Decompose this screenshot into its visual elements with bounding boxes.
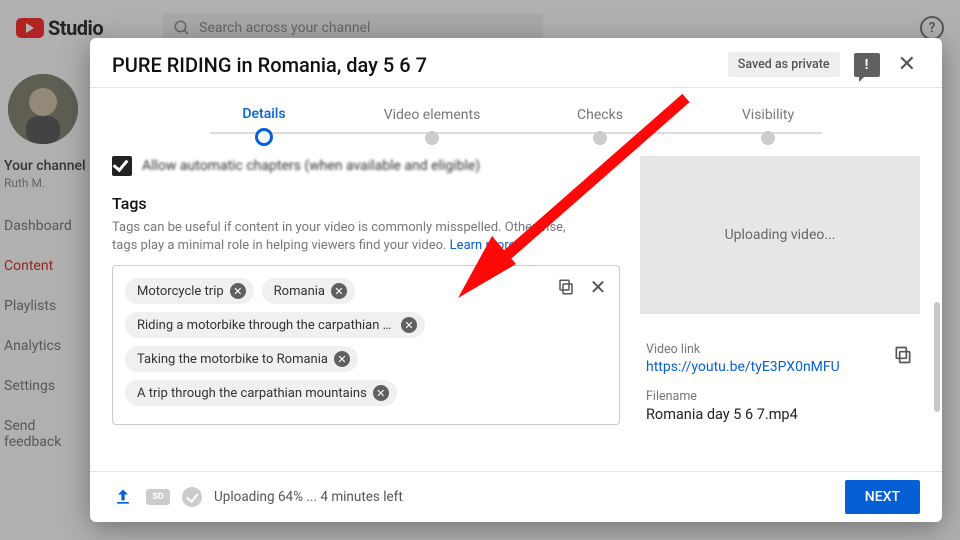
video-preview-placeholder: Uploading video... <box>640 156 920 314</box>
modal-title: PURE RIDING in Romania, day 5 6 7 <box>112 53 427 77</box>
video-link-label: Video link <box>646 342 892 357</box>
sidebar-item-content[interactable]: Content <box>4 258 90 274</box>
tag-chip[interactable]: Taking the motorbike to Romania ✕ <box>125 346 358 372</box>
checkbox-checked-icon <box>112 156 132 176</box>
studio-sidebar: Your channel Ruth M. Dashboard Content P… <box>0 56 90 540</box>
auto-chapters-label: Allow automatic chapters (when available… <box>142 158 480 174</box>
upload-modal: PURE RIDING in Romania, day 5 6 7 Saved … <box>90 38 942 522</box>
modal-footer: SD Uploading 64% ... 4 minutes left NEXT <box>90 471 942 522</box>
close-icon[interactable]: ✕ <box>894 52 920 77</box>
modal-header: PURE RIDING in Romania, day 5 6 7 Saved … <box>90 38 942 87</box>
next-button[interactable]: NEXT <box>845 480 920 514</box>
step-video-elements[interactable]: Video elements <box>348 107 516 145</box>
tags-description: Tags can be useful if content in your vi… <box>112 219 592 255</box>
step-dot-icon <box>255 128 273 146</box>
upload-stepper: Details Video elements Checks Visibility <box>90 88 942 152</box>
filename-value: Romania day 5 6 7.mp4 <box>646 406 914 423</box>
tag-chip[interactable]: Motorcycle trip ✕ <box>125 278 254 304</box>
sidebar-item-dashboard[interactable]: Dashboard <box>4 218 90 234</box>
your-channel-label: Your channel <box>4 158 86 174</box>
tag-chip[interactable]: Riding a motorbike through the carpathia… <box>125 312 425 338</box>
tag-chip-label: Taking the motorbike to Romania <box>137 352 328 367</box>
tag-chip[interactable]: A trip through the carpathian mountains ✕ <box>125 380 397 406</box>
help-icon[interactable]: ? <box>920 16 944 40</box>
sd-processing-icon: SD <box>146 489 170 505</box>
tag-chip-label: Riding a motorbike through the carpathia… <box>137 318 395 333</box>
preview-panel: Uploading video... Video link https://yo… <box>640 152 920 471</box>
step-visibility[interactable]: Visibility <box>684 107 852 145</box>
upload-progress-text: Uploading 64% ... 4 minutes left <box>214 489 403 505</box>
upload-icon <box>112 486 134 508</box>
scrollbar[interactable] <box>934 302 940 412</box>
sidebar-item-settings[interactable]: Settings <box>4 378 90 394</box>
youtube-play-icon <box>16 18 44 38</box>
channel-name: Ruth M. <box>4 176 45 190</box>
tags-learn-more-link[interactable]: Learn more <box>450 238 516 253</box>
remove-tag-icon[interactable]: ✕ <box>230 283 246 299</box>
tags-heading: Tags <box>112 194 620 213</box>
tag-chip-label: Romania <box>274 284 325 299</box>
remove-tag-icon[interactable]: ✕ <box>401 317 417 333</box>
checks-pending-icon <box>182 487 202 507</box>
search-placeholder: Search across your channel <box>199 20 370 36</box>
search-icon <box>173 19 191 37</box>
copy-link-icon[interactable] <box>892 344 914 366</box>
video-link[interactable]: https://youtu.be/tyE3PX0nMFU <box>646 359 892 375</box>
details-panel: Allow automatic chapters (when available… <box>112 152 620 471</box>
remove-tag-icon[interactable]: ✕ <box>331 283 347 299</box>
tags-input[interactable]: ✕ Motorcycle trip ✕ Romania ✕ Riding a motor… <box>112 265 620 425</box>
clear-tags-icon[interactable]: ✕ <box>587 276 609 298</box>
step-details[interactable]: Details <box>180 106 348 146</box>
saved-state-chip: Saved as private <box>728 52 840 77</box>
avatar[interactable] <box>8 74 78 144</box>
tag-chip-label: Motorcycle trip <box>137 284 224 299</box>
sidebar-item-feedback[interactable]: Send feedback <box>4 418 90 450</box>
step-dot-icon <box>761 131 775 145</box>
sidebar-item-analytics[interactable]: Analytics <box>4 338 90 354</box>
auto-chapters-checkbox[interactable]: Allow automatic chapters (when available… <box>112 156 620 176</box>
step-dot-icon <box>593 131 607 145</box>
remove-tag-icon[interactable]: ✕ <box>334 351 350 367</box>
feedback-icon[interactable]: ! <box>854 53 880 77</box>
app-name: Studio <box>48 16 103 40</box>
filename-label: Filename <box>646 389 914 404</box>
sidebar-item-playlists[interactable]: Playlists <box>4 298 90 314</box>
step-dot-icon <box>425 131 439 145</box>
copy-icon[interactable] <box>555 276 577 298</box>
remove-tag-icon[interactable]: ✕ <box>373 385 389 401</box>
studio-logo[interactable]: Studio <box>16 16 103 40</box>
step-checks[interactable]: Checks <box>516 107 684 145</box>
tag-chip-label: A trip through the carpathian mountains <box>137 386 367 401</box>
tag-chip[interactable]: Romania ✕ <box>262 278 355 304</box>
